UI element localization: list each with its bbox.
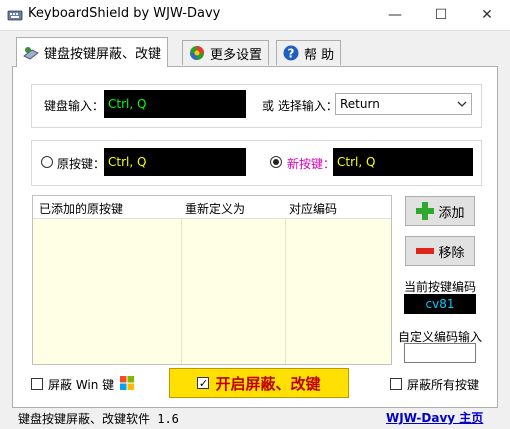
- keyboard-icon: [23, 46, 39, 59]
- enable-block-checkbox[interactable]: ✓: [197, 377, 210, 390]
- enable-block-toggle[interactable]: ✓ 开启屏蔽、改键: [169, 368, 349, 398]
- block-win-label: 屏蔽 Win 键: [48, 378, 115, 392]
- new-key-label: 新按键：: [287, 157, 336, 171]
- new-key-radio[interactable]: [270, 156, 282, 168]
- block-win-checkbox[interactable]: [31, 378, 43, 390]
- select-input-label: 或 选择输入：: [262, 99, 338, 113]
- original-key-radio[interactable]: [41, 156, 53, 168]
- block-all-checkbox[interactable]: [390, 378, 402, 390]
- minimize-button[interactable]: —: [372, 0, 418, 30]
- tab-label: 帮 助: [304, 47, 335, 63]
- tab-help[interactable]: ? 帮 助: [276, 40, 342, 65]
- original-key-field[interactable]: Ctrl, Q: [104, 148, 246, 176]
- original-key-label: 原按键：: [57, 157, 106, 171]
- keyboard-input-field[interactable]: Ctrl, Q: [104, 90, 246, 118]
- key-select-dropdown[interactable]: Return: [335, 93, 472, 115]
- tab-more-settings[interactable]: 更多设置: [182, 40, 270, 65]
- help-icon: ?: [283, 45, 299, 61]
- list-column-divider: [181, 218, 286, 364]
- tab-label: 更多设置: [210, 47, 263, 63]
- app-keyboard-icon: [7, 10, 23, 21]
- header-redefined-as[interactable]: 重新定义为: [185, 200, 245, 217]
- block-all-label: 屏蔽所有按键: [407, 378, 480, 392]
- tab-label: 键盘按键屏蔽、改键: [44, 47, 162, 62]
- maximize-button[interactable]: ☐: [418, 0, 464, 30]
- current-code-label: 当前按键编码: [404, 280, 477, 294]
- minus-icon: [416, 248, 435, 254]
- remove-button[interactable]: 移除: [405, 236, 475, 266]
- add-button[interactable]: 添加: [405, 196, 475, 226]
- enable-block-label: 开启屏蔽、改键: [215, 374, 321, 393]
- add-button-label: 添加: [438, 205, 465, 221]
- list-column-divider: [33, 218, 182, 364]
- plus-icon: [416, 202, 435, 220]
- header-original-key[interactable]: 已添加的原按键: [39, 200, 123, 217]
- header-code[interactable]: 对应编码: [289, 200, 337, 217]
- title-bar: KeyboardShield by WJW-Davy — ☐ ✕: [0, 0, 510, 31]
- list-header: 已添加的原按键 重新定义为 对应编码: [33, 196, 391, 219]
- homepage-link[interactable]: WJW-Davy 主页: [386, 409, 483, 426]
- version-text: 键盘按键屏蔽、改键软件 1.6: [18, 412, 179, 426]
- svg-text:?: ?: [288, 47, 295, 61]
- settings-ball-icon: [190, 46, 204, 60]
- current-code-value: cv81: [404, 294, 476, 314]
- windows-logo-icon: [120, 376, 134, 390]
- close-button[interactable]: ✕: [464, 0, 510, 30]
- new-key-field[interactable]: Ctrl, Q: [333, 148, 473, 176]
- mapping-list[interactable]: 已添加的原按键 重新定义为 对应编码: [32, 195, 392, 365]
- tab-keyboard-block[interactable]: 键盘按键屏蔽、改键: [16, 37, 169, 67]
- keyboard-input-label: 键盘输入：: [44, 99, 105, 113]
- chevron-down-icon: [457, 101, 467, 107]
- status-bar: 键盘按键屏蔽、改键软件 1.6 WJW-Davy 主页: [0, 406, 510, 429]
- custom-code-input[interactable]: [404, 343, 476, 363]
- remove-button-label: 移除: [438, 245, 465, 261]
- window-title: KeyboardShield by WJW-Davy: [28, 6, 221, 21]
- key-select-value: Return: [340, 97, 380, 111]
